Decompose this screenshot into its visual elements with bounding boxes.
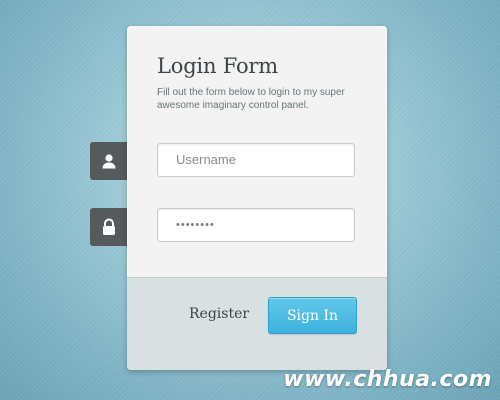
username-input[interactable]: Username [157, 143, 355, 177]
username-icon-tab [90, 142, 127, 180]
form-description: Fill out the form below to login to my s… [157, 87, 345, 111]
register-link[interactable]: Register [189, 306, 249, 322]
password-icon-tab [90, 208, 127, 246]
page-title: Login Form [157, 54, 278, 78]
sign-in-button[interactable]: Sign In [268, 297, 357, 334]
user-icon [102, 154, 115, 169]
password-input[interactable]: •••••••• [157, 208, 355, 242]
login-card: Login Form Fill out the form below to lo… [127, 26, 387, 370]
watermark: www.chhua.com [283, 367, 492, 392]
form-footer: Register Sign In [127, 277, 387, 370]
lock-icon [102, 218, 115, 235]
